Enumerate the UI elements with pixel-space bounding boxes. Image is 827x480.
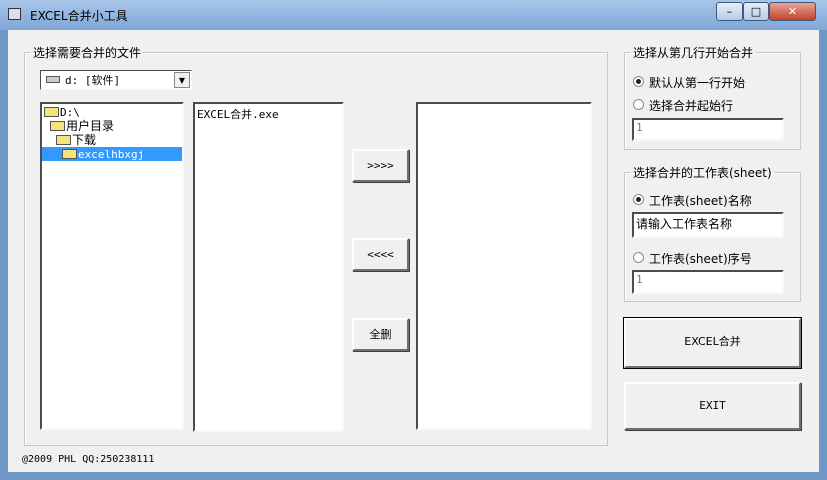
radio-sheet-index-label: 工作表(sheet)序号 bbox=[649, 252, 752, 266]
app-icon bbox=[8, 8, 21, 20]
maximize-button[interactable]: □ bbox=[743, 2, 769, 21]
sheet-index-input[interactable]: 1 bbox=[632, 270, 784, 294]
chevron-down-icon[interactable]: ▼ bbox=[174, 72, 190, 88]
folder-tree[interactable]: D:\ 用户目录 下载 excelhbxgj bbox=[40, 102, 184, 430]
start-row-input[interactable]: 1 bbox=[632, 118, 784, 141]
tree-item-root[interactable]: D:\ bbox=[44, 105, 80, 119]
folder-open-icon bbox=[50, 121, 65, 131]
minimize-button[interactable]: – bbox=[716, 2, 743, 21]
excel-merge-button[interactable]: EXCEL合并 bbox=[623, 317, 802, 369]
window-title: EXCEL合并小工具 bbox=[30, 9, 128, 23]
radio-sheet-index[interactable] bbox=[633, 252, 644, 263]
clear-all-button[interactable]: 全删 bbox=[352, 318, 409, 351]
file-list-item[interactable]: EXCEL合并.exe bbox=[197, 106, 279, 122]
add-button[interactable]: >>>> bbox=[352, 149, 409, 182]
files-group-legend: 选择需要合并的文件 bbox=[33, 46, 142, 60]
radio-custom-row-label: 选择合并起始行 bbox=[649, 99, 734, 113]
status-text: @2009 PHL QQ:250238111 bbox=[22, 454, 155, 465]
selected-files-list[interactable] bbox=[416, 102, 592, 430]
row-group-legend: 选择从第几行开始合并 bbox=[633, 46, 754, 60]
close-button[interactable]: ✕ bbox=[769, 2, 816, 21]
radio-sheet-name-label: 工作表(sheet)名称 bbox=[649, 194, 752, 208]
tree-item-downloads[interactable]: 下载 bbox=[56, 133, 96, 147]
client-area: 选择需要合并的文件 d: [软件] ▼ D:\ 用户目录 下载 excelhbx… bbox=[8, 30, 819, 472]
tree-item-selected[interactable]: excelhbxgj bbox=[42, 147, 182, 161]
radio-custom-row[interactable] bbox=[633, 99, 644, 110]
tree-item-user-dir[interactable]: 用户目录 bbox=[50, 119, 114, 133]
folder-open-icon bbox=[44, 107, 59, 117]
sheet-name-input[interactable]: 请输入工作表名称 bbox=[632, 212, 784, 238]
remove-button[interactable]: <<<< bbox=[352, 238, 409, 271]
folder-open-icon bbox=[62, 149, 77, 159]
exit-button[interactable]: EXIT bbox=[624, 382, 801, 430]
radio-default-row-label: 默认从第一行开始 bbox=[649, 76, 746, 90]
drive-value: d: [软件] bbox=[65, 74, 121, 87]
file-list[interactable]: EXCEL合并.exe bbox=[193, 102, 344, 432]
radio-default-row[interactable] bbox=[633, 76, 644, 87]
radio-sheet-name[interactable] bbox=[633, 194, 644, 205]
drive-select[interactable]: d: [软件] ▼ bbox=[40, 70, 192, 90]
title-bar: EXCEL合并小工具 – □ ✕ bbox=[0, 0, 827, 30]
drive-icon bbox=[46, 76, 60, 83]
folder-open-icon bbox=[56, 135, 71, 145]
sheet-group-legend: 选择合并的工作表(sheet) bbox=[633, 166, 772, 180]
